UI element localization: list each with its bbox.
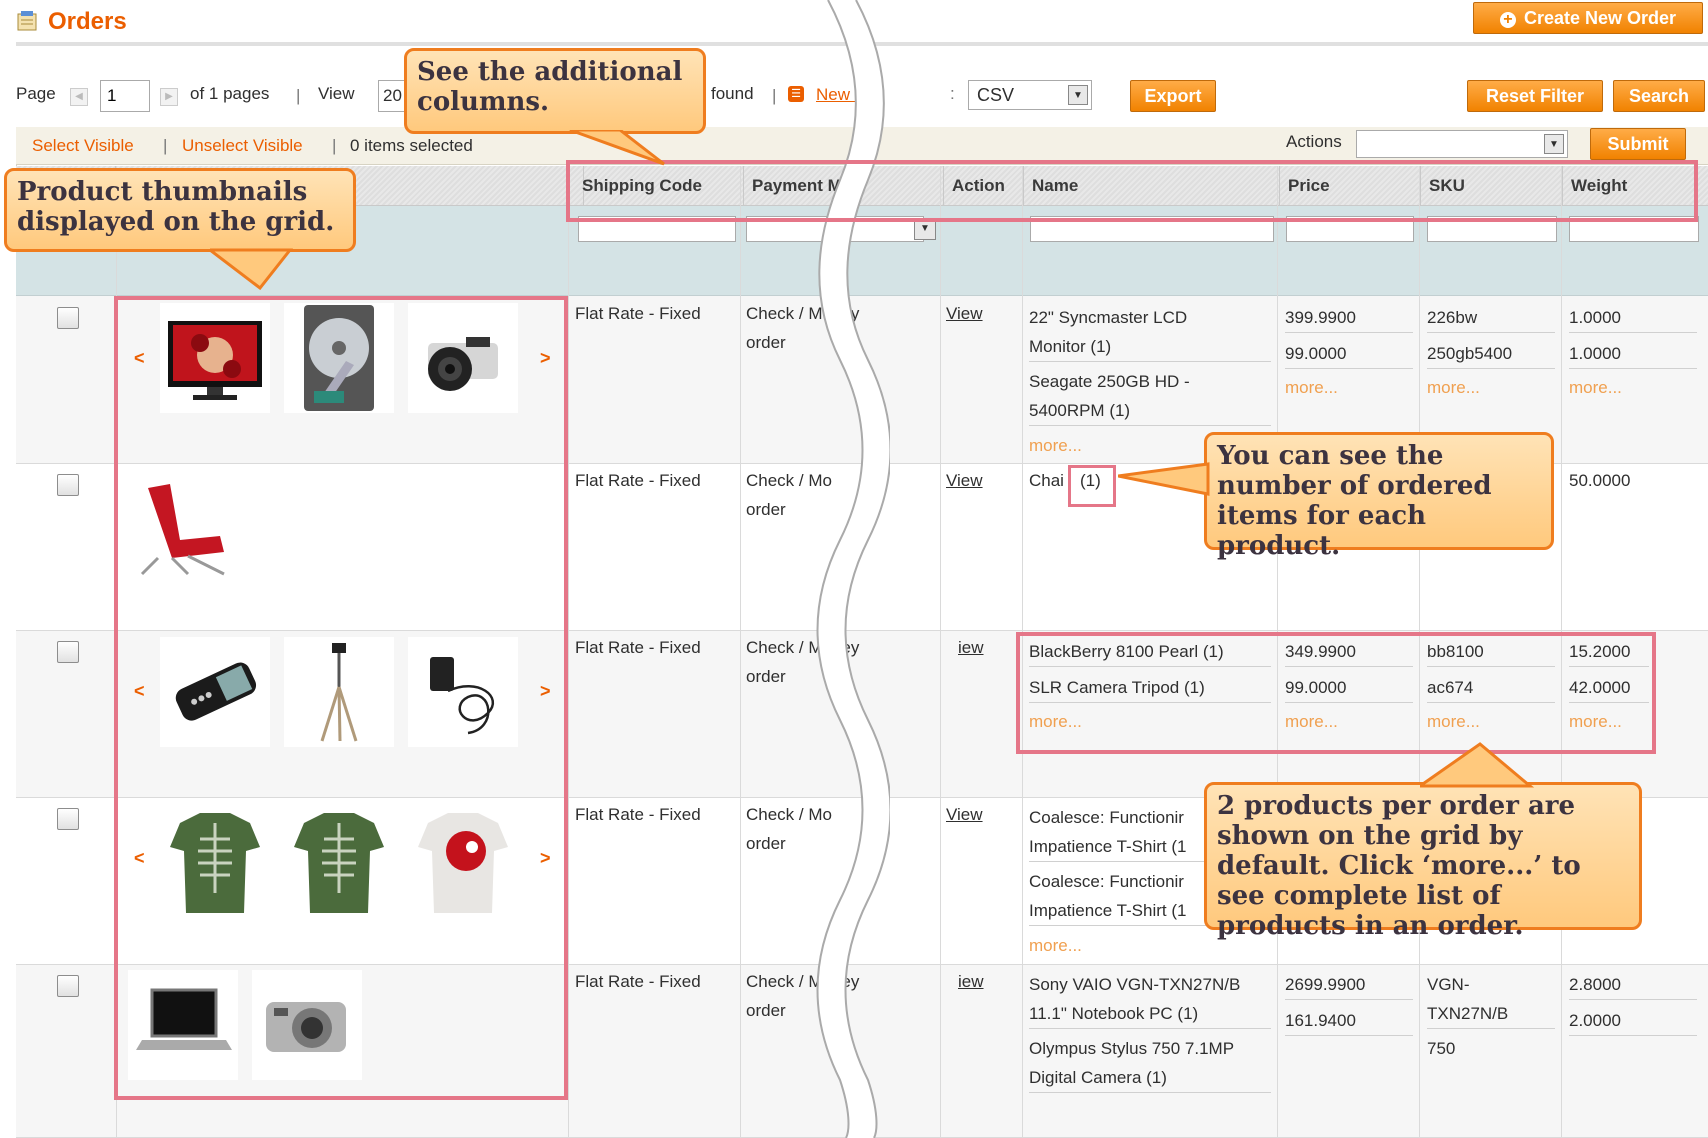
massaction-separator: |: [163, 136, 168, 155]
page-title: Orders: [48, 8, 127, 35]
product-name-cont: Digital Camera (1): [1029, 1064, 1271, 1093]
more-products-callout: 2 products per order are shown on the gr…: [1204, 782, 1642, 941]
view-order-link[interactable]: iew: [958, 968, 984, 996]
reset-filter-button[interactable]: Reset Filter: [1467, 80, 1603, 112]
product-name: Seagate 250GB HD -: [1029, 372, 1190, 391]
columns-callout: See the additional columns.: [404, 48, 706, 134]
product-sku-cont: TXN27N/B: [1427, 1000, 1555, 1029]
more-link[interactable]: more...: [1427, 374, 1480, 402]
page-input[interactable]: [100, 80, 150, 112]
product-weight: 2.0000: [1569, 1007, 1697, 1036]
product-price: 2699.9900: [1285, 971, 1413, 1000]
row-checkbox[interactable]: [57, 808, 79, 830]
qty-callout: You can see the number of ordered items …: [1204, 432, 1554, 561]
plus-icon: +: [1499, 12, 1516, 28]
product-price: 399.9900: [1285, 304, 1413, 333]
row-checkbox[interactable]: [57, 474, 79, 496]
create-new-order-button[interactable]: + Create New Order: [1473, 2, 1703, 34]
shipping-code: Flat Rate - Fixed: [575, 972, 701, 991]
thumbnails-callout-pointer: [210, 248, 294, 290]
column-divider: [740, 166, 741, 1138]
view-order-link[interactable]: View: [946, 467, 983, 495]
product-sku: 250gb5400: [1427, 340, 1555, 369]
product-sku: 226bw: [1427, 304, 1555, 333]
product-sku: VGN-: [1427, 975, 1470, 994]
product-price: 99.0000: [1285, 340, 1413, 369]
view-order-link[interactable]: View: [946, 300, 983, 328]
product-name: Chai: [1029, 471, 1064, 490]
shipping-code: Flat Rate - Fixed: [575, 304, 701, 323]
select-visible-link[interactable]: Select Visible: [32, 136, 134, 156]
export-button[interactable]: Export: [1130, 80, 1216, 112]
row-checkbox[interactable]: [57, 307, 79, 329]
records-found-label: found: [711, 84, 754, 103]
additional-columns-highlight: [566, 160, 1698, 222]
shipping-code: Flat Rate - Fixed: [575, 471, 701, 490]
shipping-code: Flat Rate - Fixed: [575, 638, 701, 657]
products-highlight: [1016, 632, 1656, 754]
shipping-code: Flat Rate - Fixed: [575, 805, 701, 824]
qty-highlight: [1068, 465, 1116, 507]
items-selected-count: 0 items selected: [350, 136, 473, 155]
more-link[interactable]: more...: [1029, 432, 1082, 460]
view-label: View: [318, 84, 355, 103]
export-format-select[interactable]: CSV ▼: [968, 80, 1092, 110]
product-weight: 1.0000: [1569, 340, 1697, 369]
product-weight: 50.0000: [1569, 471, 1631, 490]
more-callout-pointer: [1420, 742, 1535, 788]
thumbnails-highlight: [114, 296, 568, 1100]
product-name: Sony VAIO VGN-TXN27N/B: [1029, 975, 1241, 994]
search-button[interactable]: Search: [1613, 80, 1705, 112]
orders-icon: [16, 10, 38, 32]
more-link[interactable]: more...: [1285, 374, 1338, 402]
actions-select[interactable]: ▼: [1356, 130, 1568, 158]
view-order-link[interactable]: iew: [958, 634, 984, 662]
page-label: Page: [16, 84, 56, 103]
submit-button[interactable]: Submit: [1590, 128, 1686, 160]
product-name: 22" Syncmaster LCD: [1029, 308, 1188, 327]
prev-page-button[interactable]: ◀: [70, 88, 88, 106]
actions-label: Actions: [1286, 132, 1342, 151]
column-divider: [568, 166, 569, 1138]
product-name: Olympus Stylus 750 7.1MP: [1029, 1039, 1235, 1058]
export-label: :: [950, 84, 955, 103]
more-link[interactable]: more...: [1029, 932, 1082, 960]
row-checkbox[interactable]: [57, 641, 79, 663]
view-order-link[interactable]: View: [946, 801, 983, 829]
pager-separator: |: [296, 86, 301, 105]
product-weight: 2.8000: [1569, 971, 1697, 1000]
product-name-cont: 11.1" Notebook PC (1): [1029, 1000, 1271, 1029]
more-link[interactable]: more...: [1569, 374, 1622, 402]
next-page-button[interactable]: ▶: [160, 88, 178, 106]
unselect-visible-link[interactable]: Unselect Visible: [182, 136, 303, 156]
chevron-down-icon: ▼: [1544, 134, 1564, 154]
columns-callout-pointer: [569, 130, 665, 166]
product-name-cont: Monitor (1): [1029, 333, 1271, 362]
product-name: Coalesce: Functionir: [1029, 872, 1184, 891]
thumbnails-callout: Product thumbnails displayed on the grid…: [4, 168, 356, 252]
product-price: 161.9400: [1285, 1007, 1413, 1036]
row-checkbox[interactable]: [57, 975, 79, 997]
column-divider: [940, 166, 941, 1138]
product-name: Coalesce: Functionir: [1029, 808, 1184, 827]
product-weight: 1.0000: [1569, 304, 1697, 333]
qty-callout-pointer: [1118, 462, 1210, 496]
product-sku: 750: [1427, 1039, 1456, 1058]
product-name-cont: 5400RPM (1): [1029, 397, 1271, 426]
chevron-down-icon: ▼: [1068, 85, 1088, 105]
of-pages-label: of 1 pages: [190, 84, 270, 103]
massaction-separator-2: |: [332, 136, 337, 155]
